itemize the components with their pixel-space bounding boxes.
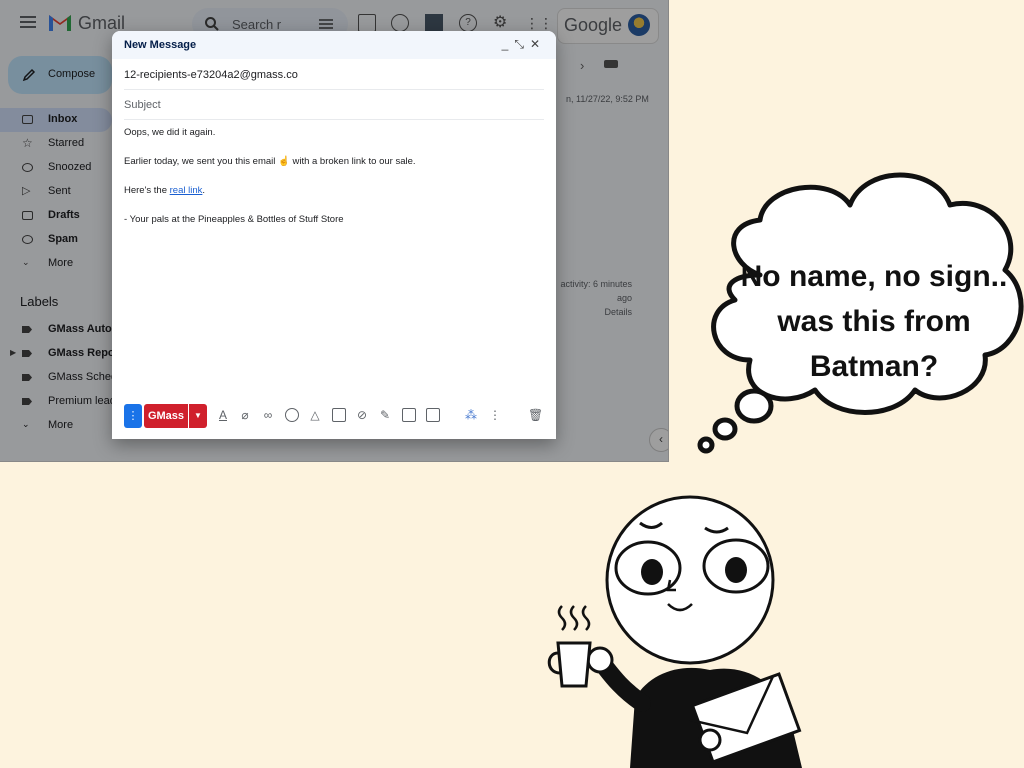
real-link[interactable]: real link	[170, 185, 203, 196]
thought-dot-small	[697, 436, 715, 454]
send-options-dropdown[interactable]: ▼	[189, 404, 207, 428]
subject-field[interactable]: Subject	[124, 91, 544, 120]
body-text: Here's the	[124, 185, 170, 196]
message-body[interactable]: Oops, we did it again. Earlier today, we…	[124, 126, 544, 242]
gmass-extension-icon[interactable]: ⁂	[464, 408, 478, 422]
drive-icon[interactable]: △	[308, 408, 322, 422]
body-line: Earlier today, we sent you this email ☝️…	[124, 156, 416, 167]
body-line: Oops, we did it again.	[124, 127, 216, 138]
emoji-icon[interactable]	[285, 408, 299, 422]
confidential-lock-icon[interactable]: ⊘	[355, 408, 369, 422]
gmass-send-button[interactable]: GMass	[144, 404, 188, 428]
signature-pen-icon[interactable]: ✎	[378, 408, 392, 422]
right-eye	[725, 557, 747, 583]
body-line: Here's the real link.	[124, 184, 544, 198]
thought-dot-medium	[712, 417, 738, 441]
window-controls: _⤡✕	[502, 37, 546, 52]
formatting-icon[interactable]: A	[216, 408, 230, 422]
gmass-settings-button[interactable]: ⋮	[124, 404, 142, 428]
character-illustration	[547, 495, 802, 768]
coffee-cup	[547, 641, 592, 688]
to-field[interactable]: 12-recipients-e73204a2@gmass.co	[124, 61, 544, 90]
character-other-hand	[698, 728, 722, 752]
recipient-value: 12-recipients-e73204a2@gmass.co	[124, 69, 298, 81]
image-icon[interactable]	[332, 408, 346, 422]
layout-icon[interactable]	[402, 408, 416, 422]
steam	[557, 605, 591, 631]
more-options-icon[interactable]: ⋮	[488, 408, 502, 422]
compose-dialog: New Message _⤡✕ 12-recipients-e73204a2@g…	[112, 31, 556, 439]
bubble-line: Batman?	[809, 350, 939, 383]
subject-placeholder: Subject	[124, 99, 161, 111]
bubble-line: was this from	[777, 305, 971, 338]
thought-dot-large	[734, 388, 774, 424]
character-hand	[586, 646, 614, 674]
trash-icon[interactable]: 🗑	[528, 408, 543, 422]
template-icon[interactable]	[426, 408, 440, 422]
compose-title: New Message	[124, 39, 197, 51]
close-icon[interactable]: ✕	[530, 37, 546, 51]
left-eye	[641, 559, 663, 585]
bubble-text: No name, no sign.. was this from Batman?	[724, 254, 1024, 389]
body-text: .	[202, 185, 206, 196]
minimize-icon[interactable]: _	[502, 37, 515, 51]
compose-header: New Message _⤡✕	[112, 31, 556, 59]
attach-icon[interactable]: ⌀	[238, 408, 252, 422]
bubble-line: No name, no sign..	[740, 260, 1008, 293]
compose-toolbar: ⋮ GMass ▼ A ⌀ ∞ △ ⊘ ✎ ⁂ ⋮ 🗑	[124, 402, 544, 428]
expand-icon[interactable]: ⤡	[514, 37, 530, 51]
body-line: - Your pals at the Pineapples & Bottles …	[124, 214, 344, 225]
gmail-screenshot: Gmail Search r ? ⚙ ⋮⋮ Google Compose Inb…	[0, 0, 669, 462]
link-icon[interactable]: ∞	[261, 408, 275, 422]
